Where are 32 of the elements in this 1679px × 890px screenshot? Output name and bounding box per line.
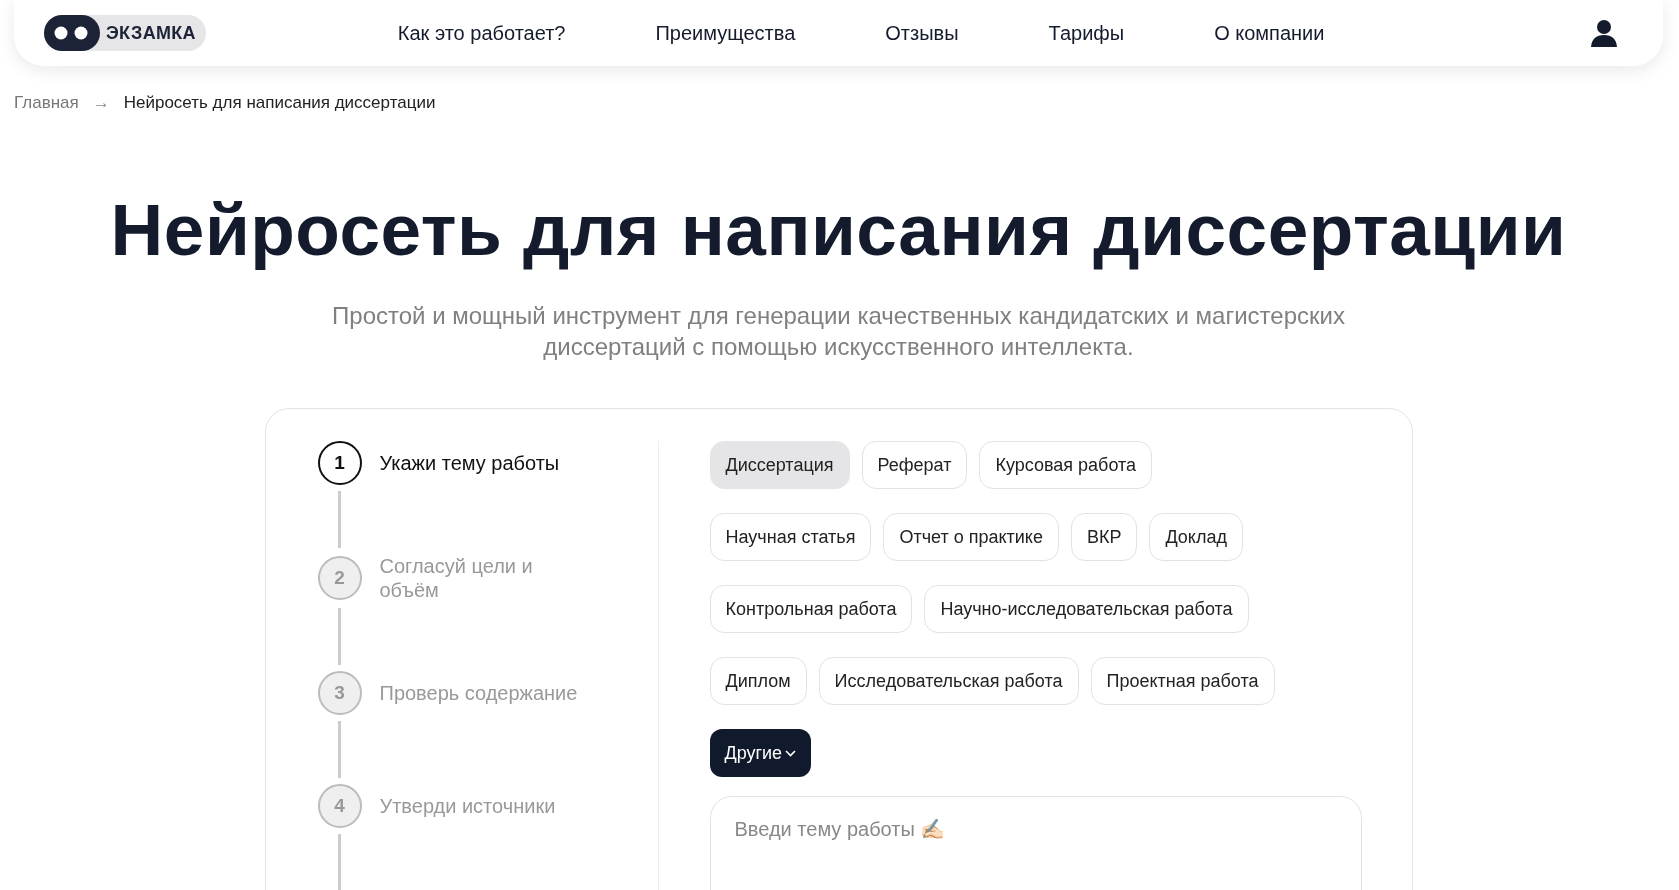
step-number: 4 xyxy=(317,784,362,828)
step-number: 1 xyxy=(317,441,362,485)
chevron-down-icon xyxy=(785,749,797,757)
step-number: 2 xyxy=(317,556,362,600)
logo-eyes-icon xyxy=(44,15,100,51)
work-type-chip[interactable]: ВКР xyxy=(1070,513,1138,561)
work-type-chip[interactable]: Реферат xyxy=(861,441,968,489)
work-type-chip[interactable]: Доклад xyxy=(1149,513,1243,561)
logo[interactable]: ЭКЗАМКА xyxy=(44,15,206,51)
work-type-chip[interactable]: Контрольная работа xyxy=(709,585,913,633)
step-number: 3 xyxy=(317,671,362,715)
work-type-chip[interactable]: Курсовая работа xyxy=(979,441,1153,489)
work-type-chip[interactable]: Научно-исследовательская работа xyxy=(924,585,1249,633)
user-icon[interactable] xyxy=(1590,19,1618,47)
work-type-chip[interactable]: Диссертация xyxy=(709,441,850,489)
topic-field[interactable]: Введи тему работы ✍🏻 xyxy=(709,796,1362,890)
work-type-chip[interactable]: Исследовательская работа xyxy=(818,657,1079,705)
breadcrumb-link[interactable]: Главная xyxy=(14,93,79,113)
more-dropdown-button[interactable]: Другие xyxy=(709,729,812,777)
nav-link[interactable]: Преимущества xyxy=(655,21,796,45)
work-type-chip[interactable]: Проектная работа xyxy=(1090,657,1275,705)
nav-link[interactable]: О компании xyxy=(1214,21,1325,45)
work-type-chip[interactable]: Отчет о практике xyxy=(883,513,1059,561)
nav-link[interactable]: Тарифы xyxy=(1048,21,1125,45)
breadcrumb-separator: → xyxy=(92,93,110,113)
work-type-chip[interactable]: Диплом xyxy=(709,657,807,705)
work-type-chip[interactable]: Научная статья xyxy=(709,513,872,561)
breadcrumb-current: Нейросеть для написания диссертации xyxy=(123,93,436,113)
step-label[interactable]: Укажи тему работы xyxy=(379,451,580,475)
nav-link[interactable]: Отзывы xyxy=(885,21,959,45)
nav-link[interactable]: Как это работает? xyxy=(397,21,566,45)
page-subtitle: Простой и мощный инструмент для генерации качественных кандидатских и магистерских диссертаций с помощью искусственного интеллекта. xyxy=(331,301,1346,362)
